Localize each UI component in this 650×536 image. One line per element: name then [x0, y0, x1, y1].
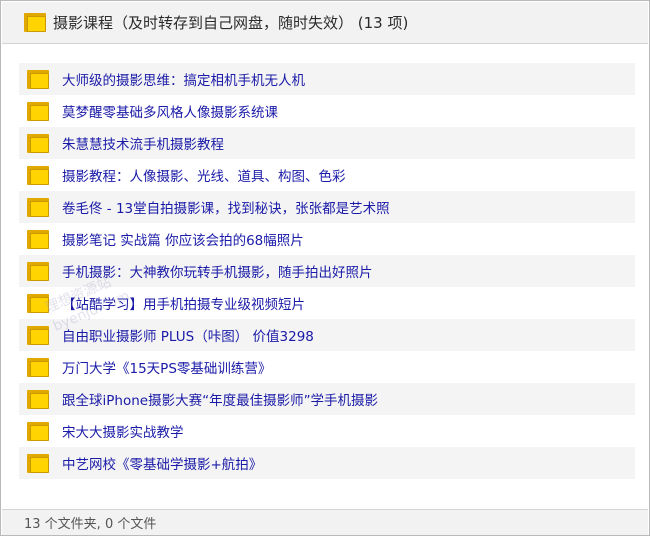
folder-name-link[interactable]: 万门大学《15天PS零基础训练营》 — [62, 357, 271, 377]
folder-icon — [27, 325, 49, 345]
folder-name-link[interactable]: 宋大大摄影实战教学 — [62, 421, 184, 441]
folder-header: 摄影课程（及时转存到自己网盘，随时失效） (13 项) — [2, 2, 648, 44]
folder-icon — [27, 101, 49, 121]
list-item[interactable]: 手机摄影：大神教你玩转手机摄影，随手拍出好照片 — [19, 255, 635, 287]
file-browser-window: 摄影课程（及时转存到自己网盘，随时失效） (13 项) 大师级的摄影思维：搞定相… — [0, 0, 650, 536]
folder-name-link[interactable]: 摄影教程：人像摄影、光线、道具、构图、色彩 — [62, 165, 346, 185]
folder-icon — [27, 261, 49, 281]
list-item[interactable]: 宋大大摄影实战教学 — [19, 415, 635, 447]
folder-icon — [27, 229, 49, 249]
folder-name-link[interactable]: 中艺网校《零基础学摄影+航拍》 — [62, 453, 262, 473]
folder-name-link[interactable]: 卷毛佟 - 13堂自拍摄影课，找到秘诀，张张都是艺术照 — [62, 197, 390, 217]
folder-name-link[interactable]: 大师级的摄影思维：搞定相机手机无人机 — [62, 69, 305, 89]
list-item[interactable]: 摄影笔记 实战篇 你应该会拍的68幅照片 — [19, 223, 635, 255]
folder-icon — [27, 133, 49, 153]
list-item[interactable]: 摄影教程：人像摄影、光线、道具、构图、色彩 — [19, 159, 635, 191]
list-item[interactable]: 【站酷学习】用手机拍摄专业级视频短片 — [19, 287, 635, 319]
list-item[interactable]: 自由职业摄影师 PLUS（咔图） 价值3298 — [19, 319, 635, 351]
folder-name-link[interactable]: 手机摄影：大神教你玩转手机摄影，随手拍出好照片 — [62, 261, 373, 281]
list-item[interactable]: 中艺网校《零基础学摄影+航拍》 — [19, 447, 635, 479]
folder-icon — [27, 69, 49, 89]
folder-list: 大师级的摄影思维：搞定相机手机无人机 莫梦醒零基础多风格人像摄影系统课 朱慧慧技… — [19, 63, 635, 479]
folder-name-link[interactable]: 【站酷学习】用手机拍摄专业级视频短片 — [62, 293, 305, 313]
status-text: 13 个文件夹, 0 个文件 — [24, 517, 157, 532]
folder-name-link[interactable]: 朱慧慧技术流手机摄影教程 — [62, 133, 224, 153]
folder-icon — [27, 357, 49, 377]
folder-icon — [27, 197, 49, 217]
folder-title: 摄影课程（及时转存到自己网盘，随时失效） (13 项) — [53, 14, 409, 32]
folder-name-link[interactable]: 莫梦醒零基础多风格人像摄影系统课 — [62, 101, 278, 121]
folder-name-link[interactable]: 自由职业摄影师 PLUS（咔图） 价值3298 — [62, 325, 314, 345]
folder-icon — [24, 13, 46, 32]
list-item[interactable]: 朱慧慧技术流手机摄影教程 — [19, 127, 635, 159]
folder-name-link[interactable]: 摄影笔记 实战篇 你应该会拍的68幅照片 — [62, 229, 304, 249]
list-item[interactable]: 跟全球iPhone摄影大赛“年度最佳摄影师”学手机摄影 — [19, 383, 635, 415]
list-item[interactable]: 万门大学《15天PS零基础训练营》 — [19, 351, 635, 383]
list-item[interactable]: 莫梦醒零基础多风格人像摄影系统课 — [19, 95, 635, 127]
list-item[interactable]: 大师级的摄影思维：搞定相机手机无人机 — [19, 63, 635, 95]
folder-icon — [27, 421, 49, 441]
list-item[interactable]: 卷毛佟 - 13堂自拍摄影课，找到秘诀，张张都是艺术照 — [19, 191, 635, 223]
status-bar: 13 个文件夹, 0 个文件 — [2, 509, 648, 535]
folder-icon — [27, 389, 49, 409]
folder-name-link[interactable]: 跟全球iPhone摄影大赛“年度最佳摄影师”学手机摄影 — [62, 389, 378, 409]
folder-icon — [27, 165, 49, 185]
folder-icon — [27, 453, 49, 473]
folder-icon — [27, 293, 49, 313]
